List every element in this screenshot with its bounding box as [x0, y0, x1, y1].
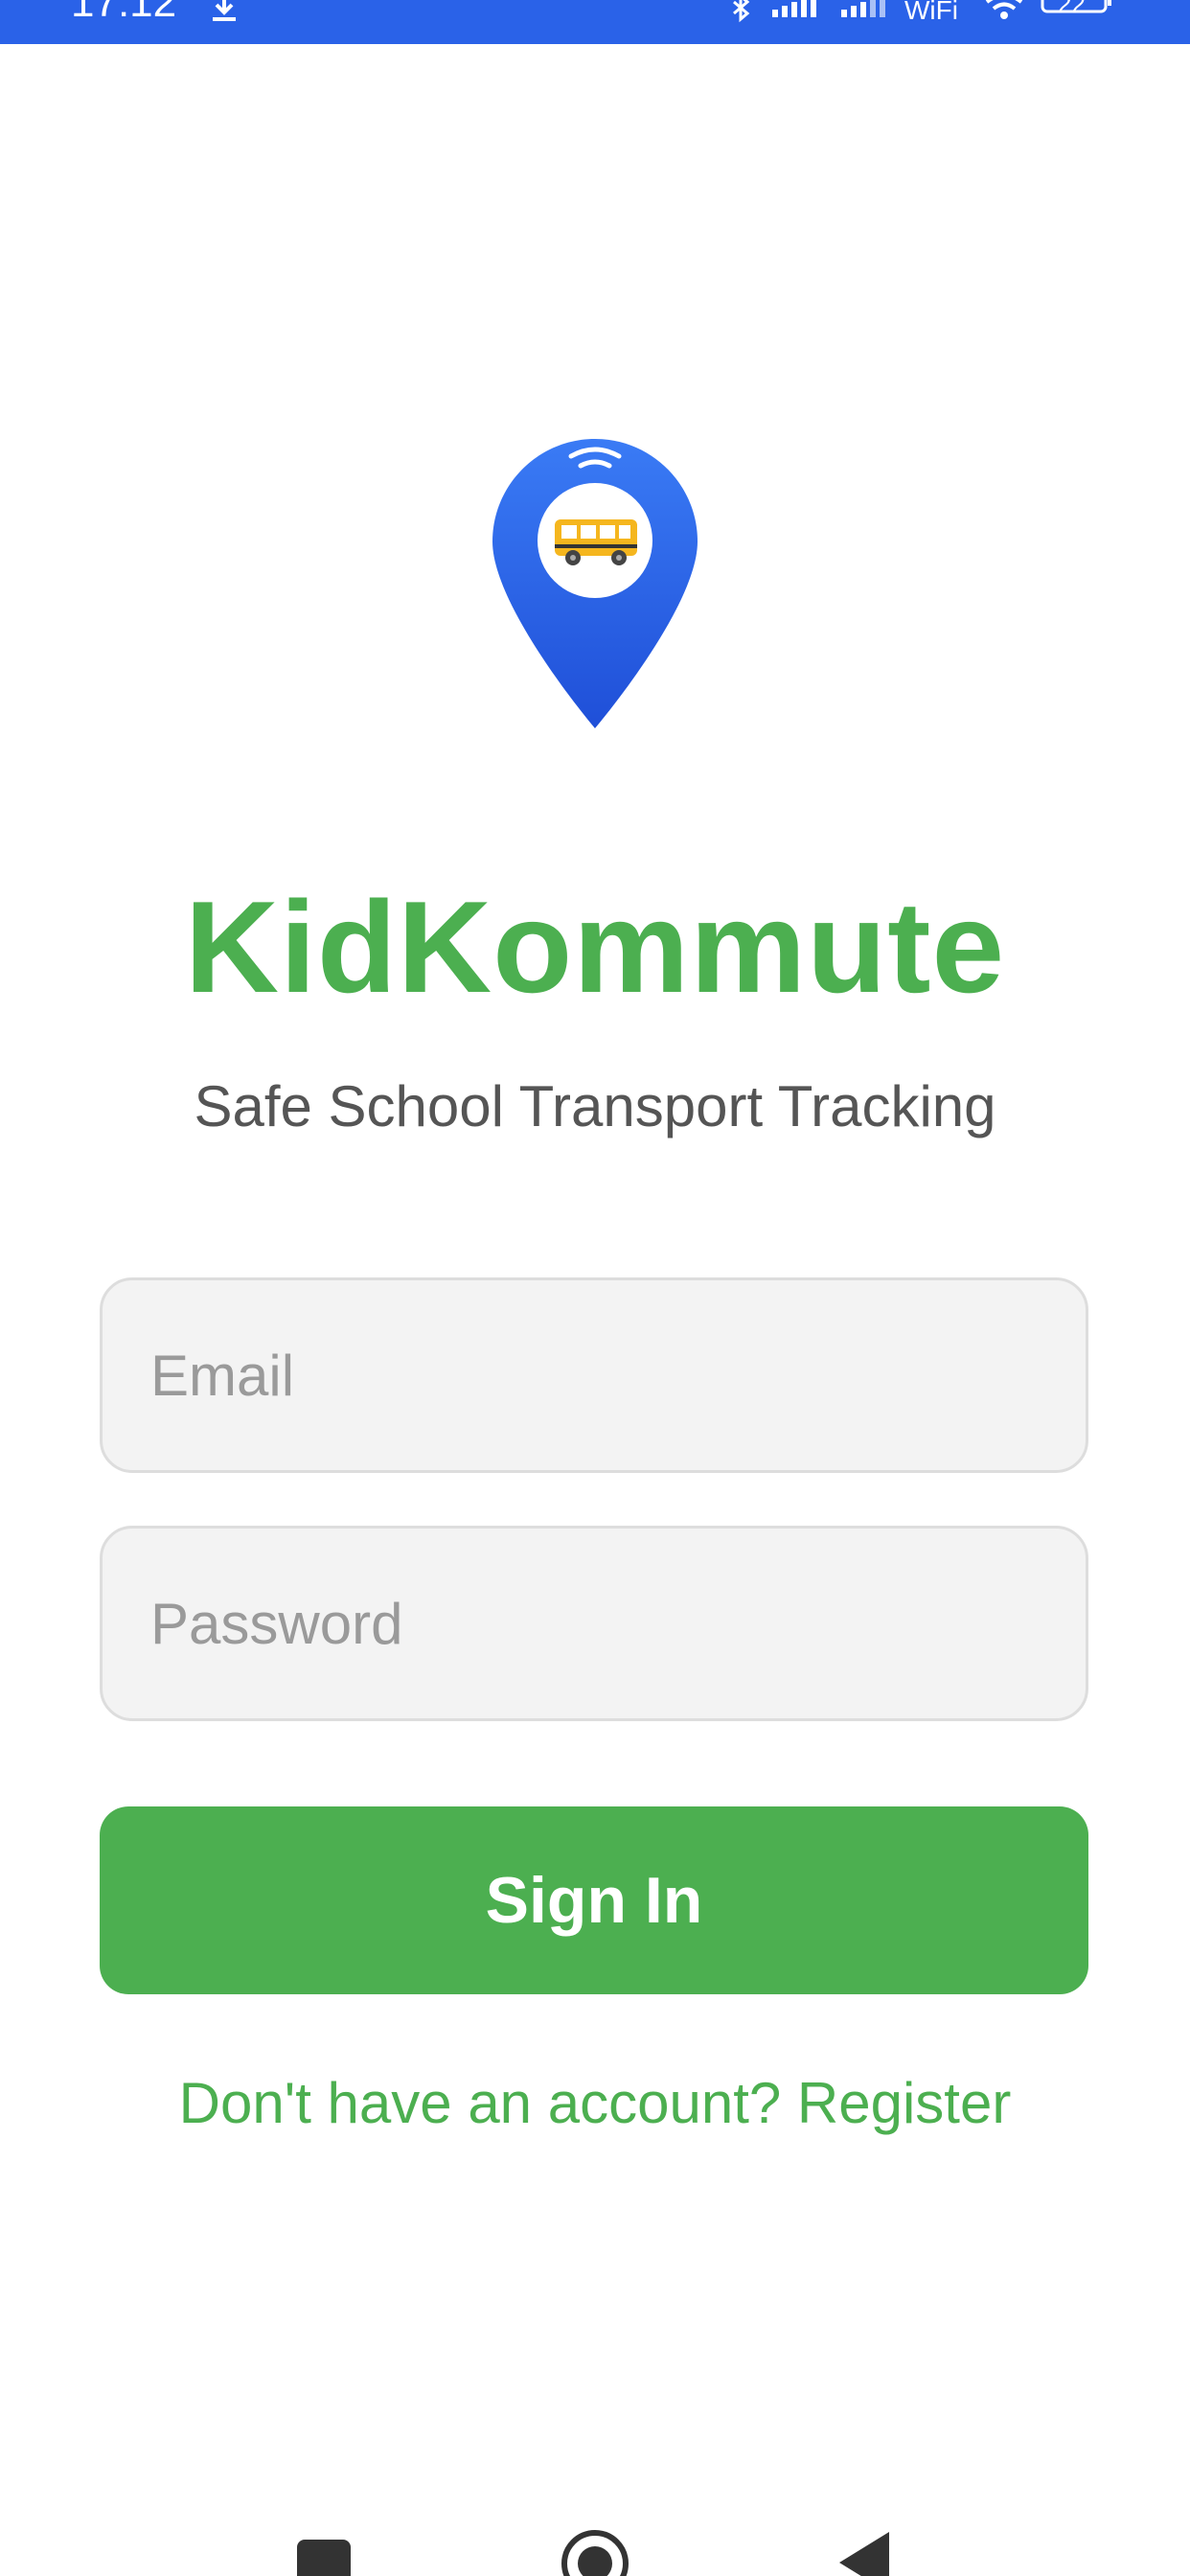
signal-icon: [841, 0, 885, 17]
bluetooth-icon: [733, 0, 750, 23]
register-link[interactable]: Don't have an account? Register: [0, 2068, 1190, 2139]
app-title: KidKommute: [184, 874, 1006, 1020]
home-icon[interactable]: [560, 2528, 630, 2576]
back-icon[interactable]: [835, 2528, 893, 2576]
wifi-label: WiFi: [904, 0, 958, 25]
download-icon: [213, 0, 236, 21]
nav-bar: [0, 2492, 1190, 2576]
battery-level: 22: [1058, 0, 1086, 18]
app-subtitle: Safe School Transport Tracking: [194, 1074, 996, 1138]
password-field-container: [100, 1526, 1088, 1721]
login-screen: 17:12 WiFi 22 KidKommute Safe School Tra…: [0, 0, 1190, 2576]
wifi-icon: [985, 0, 1023, 19]
recents-icon[interactable]: [297, 2540, 351, 2576]
email-field-container: [100, 1277, 1088, 1473]
bus-location-pin-icon: [492, 439, 698, 728]
email-field[interactable]: [103, 1280, 1086, 1470]
password-field[interactable]: [103, 1529, 1086, 1718]
sign-in-button[interactable]: Sign In: [100, 1806, 1088, 1994]
signal-icon: [772, 0, 816, 17]
status-bar: 17:12 WiFi 22: [0, 0, 1190, 44]
status-time: 17:12: [71, 0, 177, 26]
